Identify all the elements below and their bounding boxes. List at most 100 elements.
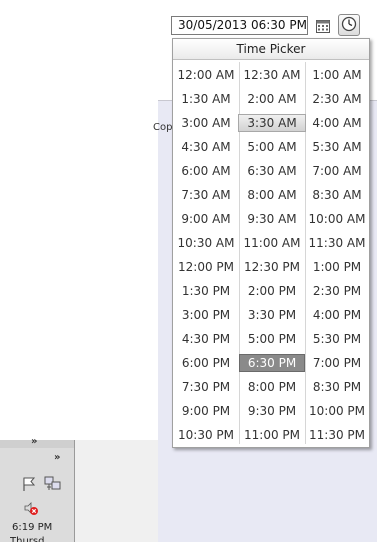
time-option[interactable]: 3:30 AM — [238, 111, 306, 135]
tray-overflow-chevron[interactable]: » — [54, 452, 60, 463]
time-option[interactable]: 1:00 PM — [305, 255, 369, 279]
time-option[interactable]: 6:30 PM — [238, 351, 306, 375]
network-icon[interactable] — [44, 476, 62, 495]
time-option[interactable]: 6:00 PM — [173, 351, 239, 375]
time-option-label: 6:30 PM — [238, 354, 306, 372]
time-option[interactable]: 9:00 AM — [173, 207, 239, 231]
time-option-label: 8:30 PM — [312, 380, 362, 394]
time-option[interactable]: 12:30 PM — [239, 255, 305, 279]
time-option[interactable]: 1:00 AM — [305, 63, 369, 87]
time-option-label: 4:30 AM — [181, 140, 231, 154]
time-option[interactable]: 11:00 PM — [239, 423, 305, 447]
time-option[interactable]: 3:30 PM — [239, 303, 305, 327]
time-option[interactable]: 5:00 AM — [239, 135, 305, 159]
time-option[interactable]: 9:00 PM — [173, 399, 239, 423]
time-option[interactable]: 4:00 AM — [305, 111, 369, 135]
time-option[interactable]: 8:00 AM — [239, 183, 305, 207]
time-option[interactable]: 9:30 PM — [239, 399, 305, 423]
time-option-label: 3:30 AM — [238, 114, 306, 132]
time-option-label: 11:00 AM — [243, 236, 301, 250]
time-option-label: 4:30 PM — [181, 332, 231, 346]
time-option[interactable]: 12:00 PM — [173, 255, 239, 279]
system-clock-time[interactable]: 6:19 PM — [12, 522, 52, 533]
time-option[interactable]: 8:30 PM — [305, 375, 369, 399]
time-option[interactable]: 7:00 AM — [305, 159, 369, 183]
time-option[interactable]: 6:30 AM — [239, 159, 305, 183]
time-option-label: 7:30 PM — [181, 380, 231, 394]
time-option-label: 3:00 PM — [181, 308, 231, 322]
time-option-label: 1:00 PM — [312, 260, 362, 274]
time-option-label: 6:00 PM — [181, 356, 231, 370]
time-option-label: 4:00 PM — [312, 308, 362, 322]
time-option-label: 7:30 AM — [181, 188, 231, 202]
time-picker-title: Time Picker — [173, 39, 369, 60]
time-option-label: 8:30 AM — [312, 188, 362, 202]
time-option[interactable]: 4:30 AM — [173, 135, 239, 159]
time-option-label: 1:30 PM — [181, 284, 231, 298]
time-option[interactable]: 10:00 PM — [305, 399, 369, 423]
time-option[interactable]: 5:30 PM — [305, 327, 369, 351]
time-option-label: 7:00 AM — [312, 164, 362, 178]
time-option-label: 10:30 AM — [177, 236, 235, 250]
time-option[interactable]: 8:30 AM — [305, 183, 369, 207]
time-option-label: 9:00 PM — [181, 404, 231, 418]
time-option[interactable]: 1:30 AM — [173, 87, 239, 111]
time-option[interactable]: 10:30 PM — [173, 423, 239, 447]
system-clock-date[interactable]: Thursd — [10, 536, 44, 542]
time-option-label: 5:00 PM — [247, 332, 297, 346]
time-option-label: 9:30 PM — [247, 404, 297, 418]
time-option-label: 8:00 AM — [247, 188, 297, 202]
time-option[interactable]: 7:30 AM — [173, 183, 239, 207]
time-option[interactable]: 3:00 AM — [173, 111, 239, 135]
time-option[interactable]: 11:30 AM — [305, 231, 369, 255]
time-option[interactable]: 12:30 AM — [239, 63, 305, 87]
time-option[interactable]: 3:00 PM — [173, 303, 239, 327]
time-option[interactable]: 5:30 AM — [305, 135, 369, 159]
time-option[interactable]: 2:30 AM — [305, 87, 369, 111]
time-option-label: 1:00 AM — [312, 68, 362, 82]
clock-button[interactable] — [338, 14, 360, 36]
time-option-label: 3:30 PM — [247, 308, 297, 322]
time-option[interactable]: 7:00 PM — [305, 351, 369, 375]
calendar-icon[interactable] — [313, 16, 333, 36]
time-option-label: 12:30 PM — [244, 260, 300, 274]
time-option[interactable]: 4:00 PM — [305, 303, 369, 327]
volume-muted-icon[interactable] — [23, 500, 39, 519]
time-option[interactable]: 4:30 PM — [173, 327, 239, 351]
clock-icon — [341, 16, 357, 35]
time-grid: 12:00 AM 12:30 AM 1:00 AM 1:30 AM 2:00 AM 2:3… — [173, 63, 369, 447]
time-option[interactable]: 2:00 AM — [239, 87, 305, 111]
time-option[interactable]: 8:00 PM — [239, 375, 305, 399]
taskbar: » » 6:19 PM Thursd — [0, 436, 75, 542]
time-option[interactable]: 12:00 AM — [173, 63, 239, 87]
time-option-label: 7:00 PM — [312, 356, 362, 370]
time-option[interactable]: 5:00 PM — [239, 327, 305, 351]
time-option[interactable]: 2:00 PM — [239, 279, 305, 303]
time-option-label: 5:00 AM — [247, 140, 297, 154]
time-option[interactable]: 11:30 PM — [305, 423, 369, 447]
time-option-label: 9:00 AM — [181, 212, 231, 226]
time-option-label: 9:30 AM — [247, 212, 297, 226]
time-option[interactable]: 2:30 PM — [305, 279, 369, 303]
time-option-label: 11:30 PM — [309, 428, 365, 442]
time-option[interactable]: 7:30 PM — [173, 375, 239, 399]
time-option[interactable]: 6:00 AM — [173, 159, 239, 183]
time-option[interactable]: 10:30 AM — [173, 231, 239, 255]
time-option[interactable]: 9:30 AM — [239, 207, 305, 231]
time-option-label: 10:00 AM — [308, 212, 366, 226]
time-option-label: 3:00 AM — [181, 116, 231, 130]
time-option[interactable]: 1:30 PM — [173, 279, 239, 303]
time-option[interactable]: 10:00 AM — [305, 207, 369, 231]
time-option[interactable]: 11:00 AM — [239, 231, 305, 255]
time-option-label: 2:30 PM — [312, 284, 362, 298]
datetime-input[interactable]: 30/05/2013 06:30 PM — [171, 16, 308, 35]
time-option-label: 11:00 PM — [244, 428, 300, 442]
time-option-label: 2:00 AM — [247, 92, 297, 106]
time-picker-popup: Time Picker 12:00 AM 12:30 AM 1:00 AM 1:30 … — [172, 38, 370, 448]
flag-icon[interactable] — [21, 476, 37, 495]
time-option-label: 11:30 AM — [308, 236, 366, 250]
time-option-label: 12:00 PM — [178, 260, 234, 274]
taskbar-overflow-chevron[interactable]: » — [31, 436, 37, 447]
time-option-label: 12:00 AM — [177, 68, 235, 82]
time-option-label: 5:30 PM — [312, 332, 362, 346]
